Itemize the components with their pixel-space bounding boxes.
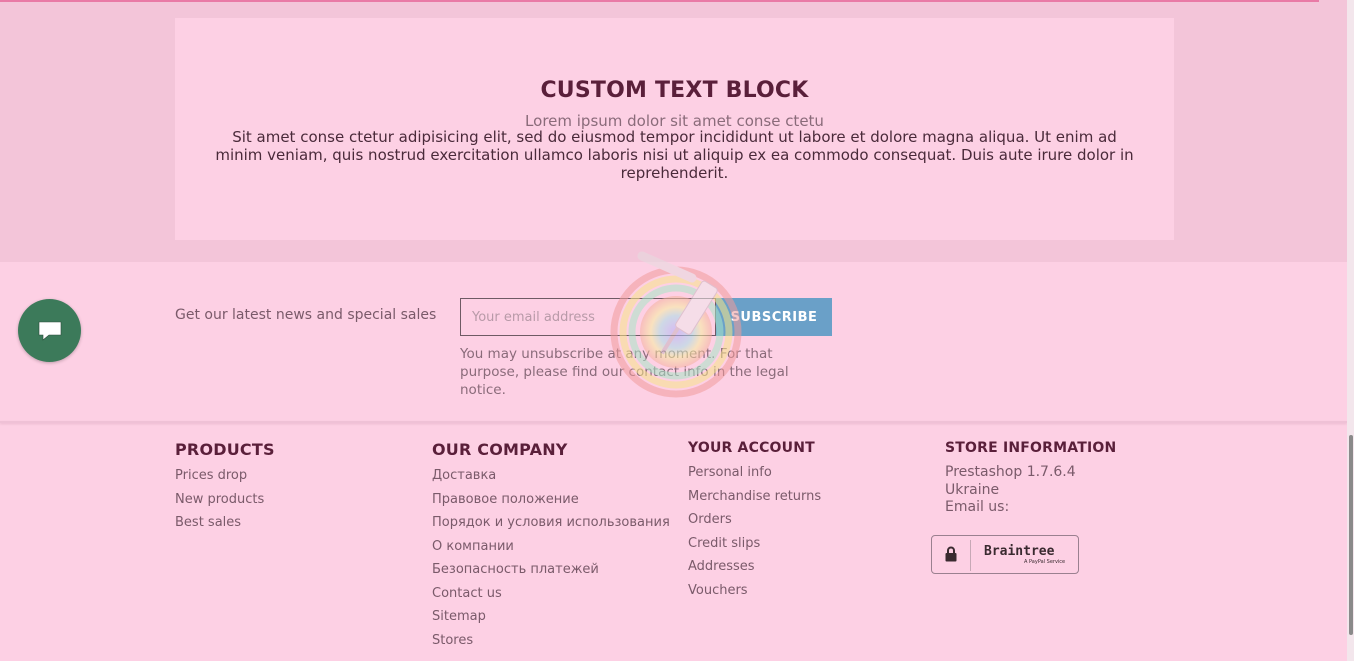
newsletter-email-input[interactable] bbox=[460, 298, 716, 336]
footer-link-personal-info[interactable]: Personal info bbox=[688, 464, 821, 488]
footer-store-column: STORE INFORMATION Prestashop 1.7.6.4 Ukr… bbox=[945, 440, 1116, 517]
footer-link-terms[interactable]: Порядок и условия использования bbox=[432, 514, 670, 538]
custom-block-title: CUSTOM TEXT BLOCK bbox=[540, 78, 809, 103]
chat-icon bbox=[38, 321, 61, 341]
footer-link-best-sales[interactable]: Best sales bbox=[175, 514, 275, 538]
products-heading: PRODUCTS bbox=[175, 440, 275, 459]
footer-link-new-products[interactable]: New products bbox=[175, 491, 275, 515]
footer-divider bbox=[0, 421, 1347, 423]
store-heading: STORE INFORMATION bbox=[945, 440, 1117, 456]
footer-account-column: YOUR ACCOUNT Personal info Merchandise r… bbox=[688, 440, 821, 605]
footer-link-credit-slips[interactable]: Credit slips bbox=[688, 535, 821, 559]
newsletter-text: Get our latest news and special sales bbox=[175, 307, 437, 323]
footer-link-orders[interactable]: Orders bbox=[688, 511, 821, 535]
footer-link-addresses[interactable]: Addresses bbox=[688, 558, 821, 582]
braintree-name: Braintree bbox=[984, 544, 1055, 559]
footer-link-delivery[interactable]: Доставка bbox=[432, 467, 670, 491]
company-heading: OUR COMPANY bbox=[432, 440, 568, 459]
footer-link-merchandise-returns[interactable]: Merchandise returns bbox=[688, 488, 821, 512]
unsubscribe-note: You may unsubscribe at any moment. For t… bbox=[460, 346, 789, 398]
custom-block-body: Sit amet conse ctetur adipisicing elit, … bbox=[215, 128, 1134, 182]
lock-icon bbox=[945, 546, 957, 562]
footer-link-about[interactable]: О компании bbox=[432, 538, 670, 562]
custom-text-block: CUSTOM TEXT BLOCK Lorem ipsum dolor sit … bbox=[175, 18, 1174, 240]
store-platform: Prestashop 1.7.6.4 bbox=[945, 464, 1076, 480]
store-email-label: Email us: bbox=[945, 499, 1010, 515]
braintree-badge: Braintree A PayPal Service bbox=[931, 535, 1079, 574]
braintree-divider bbox=[970, 540, 971, 571]
footer-link-secure-payment[interactable]: Безопасность платежей bbox=[432, 561, 670, 585]
braintree-sub: A PayPal Service bbox=[1024, 559, 1066, 565]
footer-link-stores[interactable]: Stores bbox=[432, 632, 670, 656]
footer-link-prices-drop[interactable]: Prices drop bbox=[175, 467, 275, 491]
account-heading: YOUR ACCOUNT bbox=[688, 440, 815, 456]
footer-products-column: PRODUCTS Prices drop New products Best s… bbox=[175, 440, 275, 538]
footer-link-sitemap[interactable]: Sitemap bbox=[432, 608, 670, 632]
footer-link-legal-notice[interactable]: Правовое положение bbox=[432, 491, 670, 515]
subscribe-button[interactable]: SUBSCRIBE bbox=[716, 298, 832, 336]
store-country: Ukraine bbox=[945, 481, 1000, 498]
top-accent-line bbox=[0, 0, 1319, 2]
chat-widget-button[interactable] bbox=[18, 299, 81, 362]
scrollbar-thumb[interactable] bbox=[1349, 435, 1353, 635]
footer-company-column: OUR COMPANY Доставка Правовое положение … bbox=[432, 440, 670, 655]
footer-link-contact-us[interactable]: Contact us bbox=[432, 585, 670, 609]
footer-link-vouchers[interactable]: Vouchers bbox=[688, 582, 821, 606]
